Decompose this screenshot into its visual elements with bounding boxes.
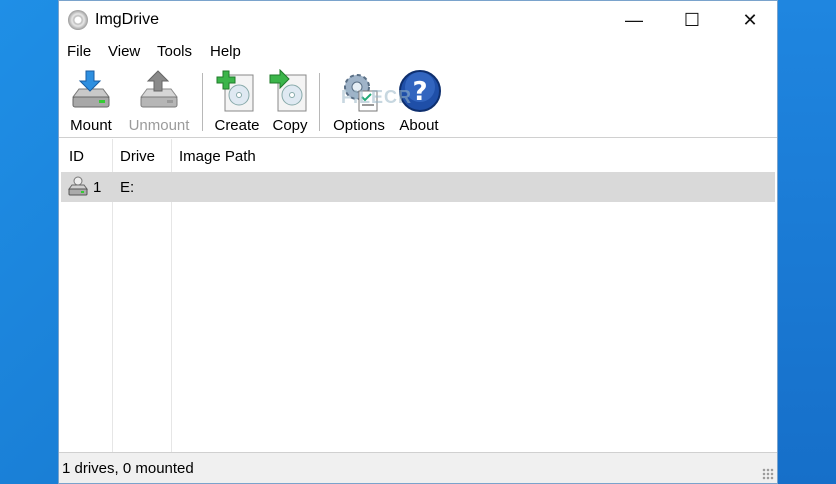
drive-upload-icon — [140, 70, 178, 108]
menu-tools[interactable]: Tools — [157, 43, 192, 60]
svg-text:?: ? — [412, 77, 427, 107]
unmount-label: Unmount — [128, 117, 190, 134]
app-window: ImgDrive — ☐ ✕ File View Tools Help Moun… — [58, 0, 778, 484]
table-row[interactable]: 1 E: — [61, 172, 775, 202]
column-header-id[interactable]: ID — [69, 148, 84, 165]
status-text: 1 drives, 0 mounted — [62, 460, 194, 477]
cell-id: 1 — [93, 179, 102, 196]
drive-download-icon — [72, 70, 110, 108]
toolbar: Mount Unmount Create Copy Options ? Abou… — [59, 65, 777, 138]
about-label: About — [399, 117, 439, 134]
options-label: Options — [333, 117, 385, 134]
create-button[interactable]: Create — [211, 69, 263, 135]
cell-drive: E: — [120, 179, 135, 196]
toolbar-separator — [202, 73, 203, 131]
column-header-drive[interactable]: Drive — [120, 148, 155, 165]
window-title: ImgDrive — [95, 11, 160, 28]
maximize-button[interactable]: ☐ — [663, 1, 721, 39]
disc-plus-icon — [216, 70, 254, 112]
create-label: Create — [214, 117, 260, 134]
drive-list[interactable]: ID Drive Image Path 1 E: — [59, 139, 777, 453]
watermark: FILECR — [341, 87, 412, 107]
unmount-button[interactable]: Unmount — [123, 69, 195, 135]
list-header: ID Drive Image Path — [59, 139, 777, 171]
mount-label: Mount — [70, 117, 112, 134]
status-bar: 1 drives, 0 mounted — [59, 452, 777, 483]
menu-bar: File View Tools Help — [59, 39, 777, 65]
disc-arrow-icon — [269, 69, 307, 112]
column-header-image-path[interactable]: Image Path — [179, 148, 256, 165]
title-bar[interactable]: ImgDrive — ☐ ✕ — [59, 1, 777, 39]
minimize-button[interactable]: — — [605, 1, 663, 39]
toolbar-separator — [319, 73, 320, 131]
resize-grip[interactable] — [762, 468, 774, 480]
menu-help[interactable]: Help — [210, 43, 241, 60]
desktop-background — [778, 0, 836, 484]
mount-button[interactable]: Mount — [65, 69, 117, 135]
copy-button[interactable]: Copy — [265, 69, 315, 135]
copy-label: Copy — [272, 117, 308, 134]
drive-icon — [68, 176, 88, 196]
menu-file[interactable]: File — [67, 43, 91, 60]
disc-icon — [68, 10, 88, 30]
close-button[interactable]: ✕ — [721, 1, 779, 39]
menu-view[interactable]: View — [108, 43, 140, 60]
